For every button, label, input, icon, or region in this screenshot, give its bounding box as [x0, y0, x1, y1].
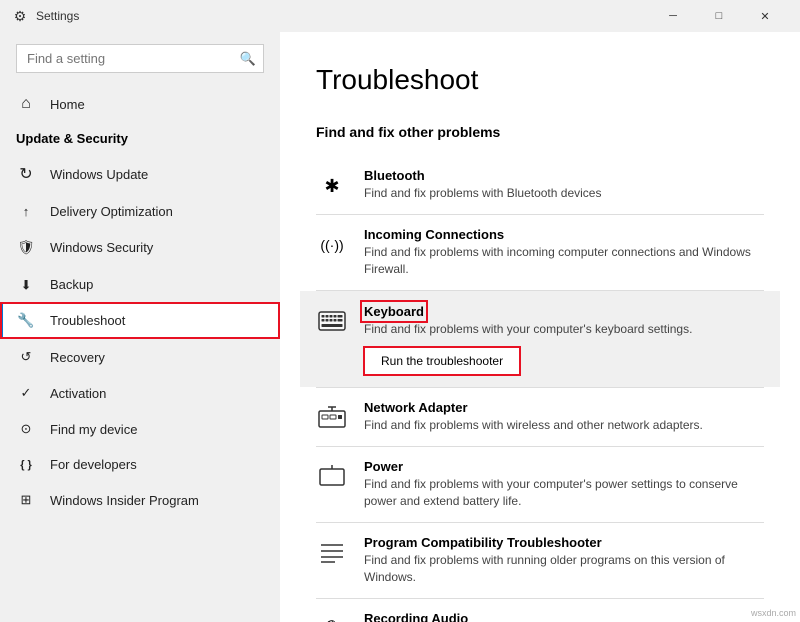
sidebar-label-windows-insider: Windows Insider Program — [50, 493, 199, 508]
title-bar-controls: ─ □ ✕ — [650, 0, 788, 32]
section-title: Find and fix other problems — [316, 124, 764, 140]
for-developers-icon: { } — [16, 459, 36, 471]
list-item-program-compatibility[interactable]: Program Compatibility Troubleshooter Fin… — [316, 523, 764, 598]
item-title-program-compatibility: Program Compatibility Troubleshooter — [364, 535, 764, 550]
activation-icon: ✓ — [16, 385, 36, 401]
minimize-button[interactable]: ─ — [650, 0, 696, 32]
app-title: Settings — [36, 9, 79, 23]
sidebar-label-windows-update: Windows Update — [50, 167, 148, 182]
search-input[interactable] — [16, 44, 264, 73]
sidebar-item-delivery-optimization[interactable]: ↑ Delivery Optimization — [0, 194, 280, 229]
sidebar-label-recovery: Recovery — [50, 350, 105, 365]
bluetooth-icon: ✱ — [316, 170, 348, 202]
page-title: Troubleshoot — [316, 64, 764, 96]
list-item-power[interactable]: Power Find and fix problems with your co… — [316, 447, 764, 522]
item-title-power: Power — [364, 459, 764, 474]
sidebar-label-delivery-optimization: Delivery Optimization — [50, 204, 173, 219]
item-desc-keyboard: Find and fix problems with your computer… — [364, 321, 764, 338]
sidebar-label-troubleshoot: Troubleshoot — [50, 313, 125, 328]
sidebar-label-home: Home — [50, 97, 85, 112]
close-button[interactable]: ✕ — [742, 0, 788, 32]
item-desc-incoming-connections: Find and fix problems with incoming comp… — [364, 244, 764, 278]
backup-icon: ⬆ — [16, 276, 36, 292]
list-item-bluetooth[interactable]: ✱ Bluetooth Find and fix problems with B… — [316, 156, 764, 214]
power-icon — [316, 461, 348, 493]
sidebar-item-windows-update[interactable]: ↻ Windows Update — [0, 154, 280, 194]
item-title-bluetooth: Bluetooth — [364, 168, 764, 183]
sidebar-label-find-my-device: Find my device — [50, 422, 137, 437]
sidebar-item-backup[interactable]: ⬆ Backup — [0, 266, 280, 302]
item-desc-power: Find and fix problems with your computer… — [364, 476, 764, 510]
sidebar: 🔍 ⌂ Home Update & Security ↻ Windows Upd… — [0, 32, 280, 622]
search-box[interactable]: 🔍 — [16, 44, 264, 73]
sidebar-label-activation: Activation — [50, 386, 106, 401]
app-body: 🔍 ⌂ Home Update & Security ↻ Windows Upd… — [0, 32, 800, 622]
item-title-keyboard: Keyboard — [364, 304, 424, 319]
item-title-network-adapter: Network Adapter — [364, 400, 764, 415]
recording-audio-icon: 🎙 — [316, 613, 348, 622]
windows-update-icon: ↻ — [16, 164, 36, 184]
program-compatibility-icon — [316, 537, 348, 569]
item-desc-bluetooth: Find and fix problems with Bluetooth dev… — [364, 185, 764, 202]
title-bar: ⚙ Settings ─ □ ✕ — [0, 0, 800, 32]
sidebar-item-activation[interactable]: ✓ Activation — [0, 375, 280, 411]
app-icon: ⚙ — [12, 8, 28, 24]
sidebar-item-windows-security[interactable]: 🛡 Windows Security — [0, 229, 280, 266]
incoming-connections-icon: ((·)) — [316, 229, 348, 261]
windows-insider-icon: ⊞ — [16, 492, 36, 508]
network-adapter-icon — [316, 402, 348, 434]
list-item-keyboard[interactable]: Keyboard Find and fix problems with your… — [300, 291, 780, 388]
list-item-recording-audio[interactable]: 🎙 Recording Audio — [316, 599, 764, 622]
find-my-device-icon: ⊙ — [16, 421, 36, 437]
sidebar-item-for-developers[interactable]: { } For developers — [0, 447, 280, 482]
item-title-incoming-connections: Incoming Connections — [364, 227, 764, 242]
title-bar-left: ⚙ Settings — [12, 8, 79, 24]
sidebar-item-troubleshoot[interactable]: 🔧 Troubleshoot — [0, 302, 280, 339]
main-content: Troubleshoot Find and fix other problems… — [280, 32, 800, 622]
home-icon: ⌂ — [16, 95, 36, 113]
sidebar-label-for-developers: For developers — [50, 457, 137, 472]
sidebar-item-recovery[interactable]: ↺ Recovery — [0, 339, 280, 375]
watermark: wsxdn.com — [751, 608, 796, 618]
delivery-optimization-icon: ↑ — [16, 204, 36, 219]
recovery-icon: ↺ — [16, 349, 36, 365]
sidebar-item-home[interactable]: ⌂ Home — [0, 85, 280, 123]
sidebar-label-backup: Backup — [50, 277, 93, 292]
sidebar-item-find-my-device[interactable]: ⊙ Find my device — [0, 411, 280, 447]
item-desc-network-adapter: Find and fix problems with wireless and … — [364, 417, 764, 434]
item-desc-program-compatibility: Find and fix problems with running older… — [364, 552, 764, 586]
item-title-recording-audio: Recording Audio — [364, 611, 764, 622]
sidebar-label-windows-security: Windows Security — [50, 240, 153, 255]
list-item-network-adapter[interactable]: Network Adapter Find and fix problems wi… — [316, 388, 764, 446]
list-item-incoming-connections[interactable]: ((·)) Incoming Connections Find and fix … — [316, 215, 764, 290]
search-icon: 🔍 — [240, 51, 256, 67]
keyboard-icon — [316, 305, 348, 337]
sidebar-item-windows-insider[interactable]: ⊞ Windows Insider Program — [0, 482, 280, 518]
troubleshoot-icon: 🔧 — [16, 312, 36, 329]
run-troubleshooter-button[interactable]: Run the troubleshooter — [364, 347, 520, 375]
windows-security-icon: 🛡 — [16, 239, 36, 256]
sidebar-section-title: Update & Security — [0, 123, 280, 154]
maximize-button[interactable]: □ — [696, 0, 742, 32]
